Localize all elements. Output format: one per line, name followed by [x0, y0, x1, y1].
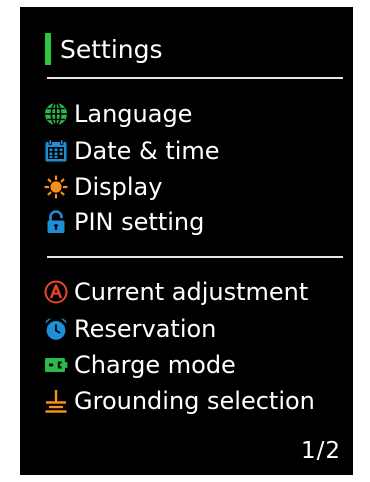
page-indicator: 1/2: [300, 438, 341, 464]
menu-item-current-adjustment[interactable]: Current adjustment: [44, 275, 308, 309]
menu-item-pin-setting[interactable]: PIN setting: [44, 205, 204, 239]
sun-icon: [44, 175, 68, 199]
page-title: Settings: [60, 34, 163, 64]
menu-item-charge-mode[interactable]: Charge mode: [44, 348, 236, 382]
title-accent-bar: [45, 33, 51, 65]
divider-middle: [47, 256, 343, 258]
settings-screen: Settings Language Date & time Display PI…: [20, 7, 353, 475]
calendar-icon: [45, 139, 67, 162]
menu-item-label: Language: [74, 100, 193, 128]
menu-item-reservation[interactable]: Reservation: [44, 312, 216, 346]
menu-item-display[interactable]: Display: [44, 170, 162, 204]
menu-item-label: Reservation: [74, 315, 217, 343]
menu-item-label: Display: [74, 173, 163, 201]
menu-item-label: Current adjustment: [74, 278, 309, 306]
menu-item-language[interactable]: Language: [44, 97, 192, 131]
battery-icon: [45, 358, 68, 372]
globe-icon: [45, 102, 67, 126]
ground-icon: [45, 390, 67, 413]
divider-top: [47, 77, 343, 79]
menu-item-label: Grounding selection: [74, 387, 315, 415]
menu-item-grounding-selection[interactable]: Grounding selection: [44, 384, 315, 418]
ampere-icon: [44, 280, 68, 304]
menu-item-label: Charge mode: [74, 351, 236, 379]
lock-icon: [47, 210, 65, 233]
title-row: Settings: [45, 31, 163, 67]
menu-item-label: PIN setting: [74, 208, 205, 236]
menu-item-label: Date & time: [74, 137, 220, 165]
menu-item-date-time[interactable]: Date & time: [44, 134, 220, 168]
alarm-clock-icon: [45, 318, 67, 340]
